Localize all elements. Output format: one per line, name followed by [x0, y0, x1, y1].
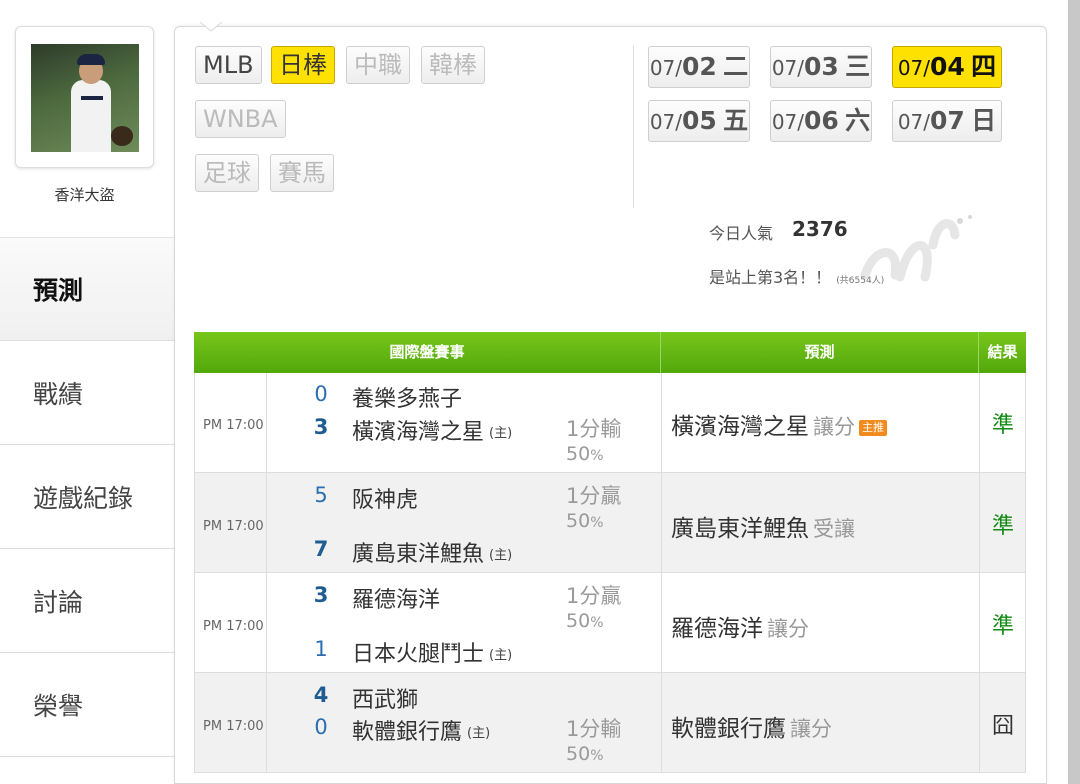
header-prediction: 預測 [661, 332, 979, 373]
username[interactable]: 香洋大盜 [15, 184, 154, 205]
table-row: PM 17:00 5 阪神虎 7 廣島東洋鯉魚 (主) 1分贏 50% 廣島東洋鯉魚… [194, 473, 1026, 573]
main-pick-badge: 主推 [859, 420, 887, 436]
handicap-line: 1分贏 50% [566, 584, 622, 632]
game-time: PM 17:00 [203, 519, 264, 534]
away-score: 0 [314, 382, 328, 406]
filter-divider [633, 46, 634, 208]
panel-notch [200, 22, 222, 32]
prediction: 羅德海洋 讓分 [671, 616, 809, 642]
table-row: PM 17:00 0 養樂多燕子 3 橫濱海灣之星 (主) 1分輸 50% 橫濱海灣… [194, 373, 1026, 473]
nav-item-game-history[interactable]: 遊戲紀錄 [0, 445, 175, 549]
date-button-0703[interactable]: 07/03 三 [770, 46, 872, 88]
popularity-value: 2376 [792, 217, 848, 241]
popularity-label: 今日人氣 [709, 224, 774, 243]
sport-tab-cpbl[interactable]: 中職 [346, 46, 410, 84]
away-score: 3 [313, 583, 329, 607]
handicap-line: 1分贏 50% [566, 484, 622, 532]
nav-item-discussion[interactable]: 討論 [0, 549, 175, 653]
sport-tab-kbo[interactable]: 韓棒 [421, 46, 485, 84]
nav-item-prediction[interactable]: 預測 [0, 237, 175, 341]
avatar[interactable] [31, 44, 139, 152]
sport-tab-npb[interactable]: 日棒 [271, 46, 335, 84]
date-button-0707[interactable]: 07/07 日 [892, 100, 1002, 142]
date-button-0705[interactable]: 07/05 五 [648, 100, 750, 142]
rank-text: 是站上第3名！！ (共6554人) [709, 268, 885, 287]
date-button-0706[interactable]: 07/06 六 [770, 100, 872, 142]
home-tag: (主) [467, 726, 491, 741]
home-team[interactable]: 廣島東洋鯉魚 (主) [352, 536, 512, 568]
nav-item-honors[interactable]: 榮譽 [0, 653, 175, 757]
handicap-line: 1分輸 50% [566, 717, 622, 765]
home-score: 3 [313, 415, 329, 439]
home-score: 1 [314, 637, 328, 661]
result: 準 [991, 614, 1014, 639]
away-score: 4 [313, 683, 329, 707]
home-team[interactable]: 橫濱海灣之星 (主) [352, 414, 512, 446]
away-team[interactable]: 養樂多燕子 [352, 381, 462, 413]
result: 準 [991, 413, 1014, 438]
result: 準 [991, 514, 1014, 539]
away-team[interactable]: 阪神虎 [352, 482, 418, 514]
prediction: 廣島東洋鯉魚 受讓 [671, 516, 855, 542]
prediction: 軟體銀行鷹 讓分 [671, 716, 832, 742]
result: 囧 [991, 714, 1014, 739]
away-score: 5 [314, 483, 328, 507]
page-scrollbar[interactable] [1068, 0, 1080, 784]
sport-tab-horse-racing[interactable]: 賽馬 [270, 154, 334, 192]
away-team[interactable]: 羅德海洋 [352, 582, 440, 614]
game-time: PM 17:00 [203, 418, 264, 433]
home-tag: (主) [489, 648, 513, 663]
home-score: 0 [314, 715, 328, 739]
home-score: 7 [313, 537, 329, 561]
table-row: PM 17:00 3 羅德海洋 1 日本火腿鬥士 (主) 1分贏 50% 羅德海洋讓… [194, 573, 1026, 673]
date-button-0704[interactable]: 07/04 四 [892, 46, 1002, 88]
nav-item-record[interactable]: 戰績 [0, 341, 175, 445]
game-time: PM 17:00 [203, 619, 264, 634]
rank-total: (共6554人) [836, 276, 885, 286]
home-team[interactable]: 日本火腿鬥士 (主) [352, 636, 512, 668]
sport-tab-wnba[interactable]: WNBA [195, 100, 286, 138]
handicap-line: 1分輸 50% [566, 417, 622, 465]
table-row: PM 17:00 4 西武獅 0 軟體銀行鷹 (主) 1分輸 50% 軟體銀行鷹 讓分… [194, 673, 1026, 773]
home-team[interactable]: 軟體銀行鷹 (主) [352, 714, 490, 746]
sport-tab-mlb[interactable]: MLB [195, 46, 262, 84]
prediction: 橫濱海灣之星 讓分 主推 [671, 407, 887, 441]
home-tag: (主) [489, 426, 513, 441]
date-button-0702[interactable]: 07/02 二 [648, 46, 750, 88]
header-match: 國際盤賽事 [194, 332, 661, 373]
away-team[interactable]: 西武獅 [352, 682, 418, 714]
table-header: 國際盤賽事 預測 結果 [194, 332, 1026, 373]
sport-tab-soccer[interactable]: 足球 [195, 154, 259, 192]
game-time: PM 17:00 [203, 719, 264, 734]
profile-card[interactable] [15, 26, 154, 168]
home-tag: (主) [489, 548, 513, 563]
header-result: 結果 [987, 343, 1018, 361]
